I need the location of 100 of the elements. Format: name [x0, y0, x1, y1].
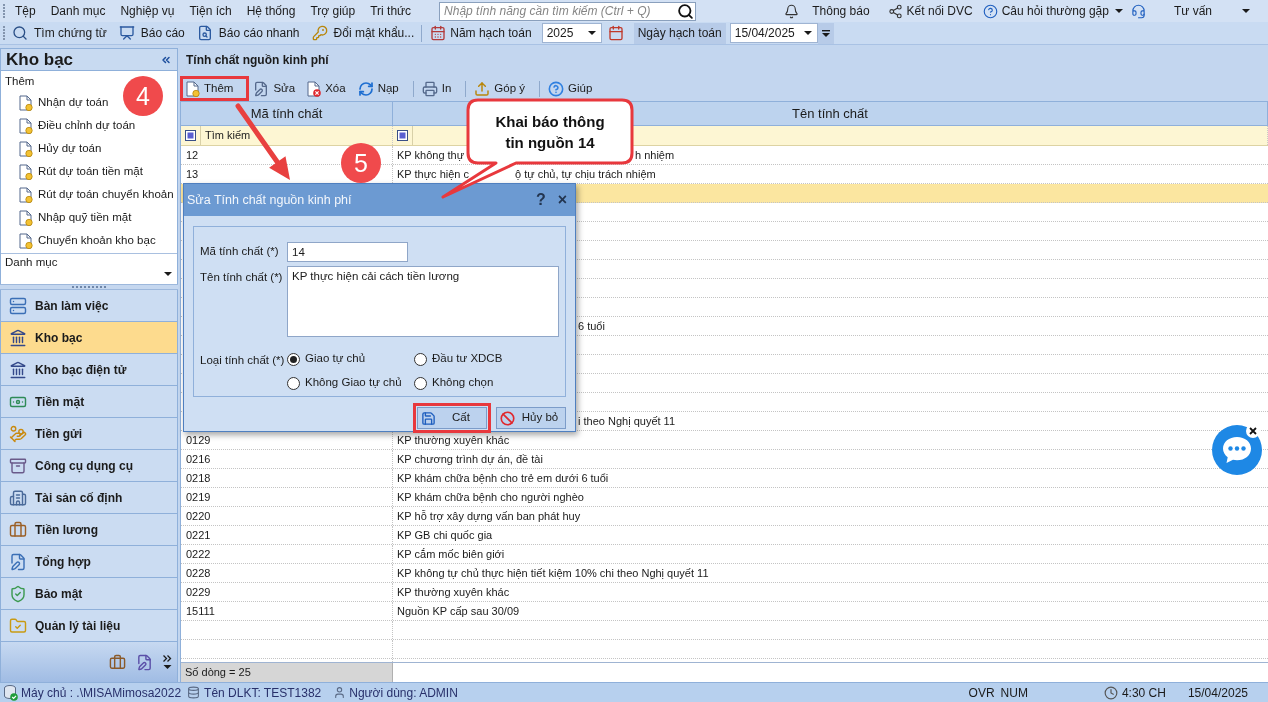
menu-item[interactable]: Trợ giúp — [310, 3, 356, 19]
code-input[interactable]: 14 — [287, 242, 408, 262]
module-tab[interactable]: Kho bạc điện tử — [0, 354, 178, 386]
menu-item[interactable]: Tệp — [15, 3, 36, 19]
shortcut-item[interactable]: Hủy dự toán — [1, 137, 177, 160]
header-link[interactable]: Tư vấn — [1130, 2, 1250, 20]
toolbar-button[interactable]: Tìm chứng từ — [9, 22, 110, 44]
printer-icon — [421, 80, 438, 97]
table-row[interactable]: 0129 KP thường xuyên khác — [181, 431, 1268, 450]
module-tab[interactable]: Tiền gửi — [0, 418, 178, 450]
shortcut-item[interactable]: Nhập quỹ tiền mặt — [1, 206, 177, 229]
toolbar-button[interactable]: Đổi mật khẩu... — [308, 22, 418, 44]
column-header[interactable]: Tên tính chất — [792, 103, 868, 124]
cancel-button[interactable]: Hủy bỏ — [496, 407, 566, 429]
radio-option[interactable]: Không chọn — [414, 375, 559, 391]
shortcut-item[interactable]: Rút dự toán chuyển khoản — [1, 183, 177, 206]
field-label: Ngày hạch toán — [633, 22, 726, 44]
hand-coins-icon — [9, 424, 27, 443]
filter-field[interactable]: Tìm kiếm — [205, 127, 392, 144]
action-button[interactable]: Nạp — [354, 79, 402, 98]
headset-icon — [1130, 3, 1146, 19]
toolbar-button[interactable]: Báo cáo — [115, 22, 188, 44]
close-button[interactable]: × — [557, 191, 567, 209]
table-row[interactable]: 0219 KP khám chữa bệnh cho người nghèo — [181, 488, 1268, 507]
radio-option[interactable]: Đầu tư XDCB — [414, 351, 559, 367]
radio-option[interactable]: Không Giao tự chủ — [287, 375, 414, 391]
module-tab[interactable]: Bảo mật — [0, 578, 178, 610]
table-cell-text: 13 — [186, 166, 199, 182]
help-icon — [982, 3, 998, 19]
server-icon — [9, 296, 27, 315]
table-row[interactable]: 0221 KP GB chi quốc gia — [181, 526, 1268, 545]
help-button[interactable]: ? — [535, 191, 546, 209]
table-row[interactable]: 0222 KP cắm mốc biên giới — [181, 545, 1268, 564]
archive-icon — [9, 456, 27, 475]
header-link[interactable]: Kết nối DVC — [887, 2, 973, 20]
save-button[interactable]: Cất — [417, 407, 487, 429]
column-header[interactable]: Mã tính chất — [250, 103, 323, 124]
document-icon — [19, 186, 33, 203]
group-title: Danh mục — [5, 255, 58, 271]
menu-item[interactable]: Tiện ích — [189, 3, 232, 19]
action-button[interactable]: Góp ý — [471, 79, 529, 98]
filter-checkbox-icon[interactable] — [185, 130, 196, 141]
chat-icon[interactable] — [1212, 425, 1262, 475]
splitter[interactable] — [0, 284, 178, 290]
drag-handle-icon[interactable] — [3, 4, 5, 18]
table-cell-text: 0229 — [186, 584, 211, 600]
module-tab[interactable]: Quản lý tài liệu — [0, 610, 178, 642]
action-button[interactable]: Xóa — [304, 79, 349, 98]
module-tab[interactable]: Tài sản cố định — [0, 482, 178, 514]
table-cell-text: KP cắm mốc biên giới — [397, 546, 505, 562]
menu-item[interactable]: Nghiệp vụ — [120, 3, 175, 19]
module-tab[interactable]: Kho bạc — [0, 322, 178, 354]
name-textarea[interactable]: KP thực hiện cải cách tiền lương — [287, 266, 559, 337]
module-tab[interactable]: Công cụ dụng cụ — [0, 450, 178, 482]
menu-item[interactable]: Tri thức — [370, 3, 412, 19]
action-button[interactable]: Giúp — [545, 79, 596, 98]
document-pen-icon[interactable] — [136, 653, 153, 671]
radio-option[interactable]: Giao tự chủ — [287, 351, 414, 367]
date-dropdown[interactable]: 15/04/2025 — [729, 23, 818, 43]
briefcase-icon — [9, 520, 27, 539]
search-field[interactable]: Nhập tính năng cần tìm kiếm (Ctrl + Q) — [439, 1, 697, 21]
filter-checkbox-icon[interactable] — [397, 130, 408, 141]
drag-handle-icon[interactable] — [3, 26, 5, 40]
table-row[interactable]: 0218 KP khám chữa bệnh cho trẻ em dưới 6 tuổi — [181, 469, 1268, 488]
menu-item[interactable]: Hệ thống — [246, 3, 296, 19]
table-cell-text: KP chương trình dự án, đề tài — [397, 451, 543, 467]
action-button[interactable]: In — [418, 79, 455, 98]
calendar-icon — [430, 25, 447, 41]
module-tab[interactable]: Bàn làm việc — [0, 290, 178, 322]
year-dropdown[interactable]: 2025 — [541, 23, 602, 43]
search-icon — [12, 25, 28, 41]
header-link[interactable]: Thông báo — [784, 2, 870, 20]
table-cell-text: 0218 — [186, 470, 211, 486]
header-link[interactable]: Câu hỏi thường gặp — [982, 2, 1123, 20]
menu-item[interactable]: Danh mục — [50, 3, 106, 19]
user-name: Người dùng: ADMIN — [349, 684, 458, 702]
briefcase-icon[interactable] — [109, 653, 126, 671]
table-row[interactable]: 0220 KP hỗ trợ xây dựng vấn ban phát huy — [181, 507, 1268, 526]
module-tab[interactable]: Tiền mặt — [0, 386, 178, 418]
document-icon — [19, 117, 33, 134]
module-tab[interactable]: Tiền lương — [0, 514, 178, 546]
toolbar-button[interactable]: Báo cáo nhanh — [193, 22, 303, 44]
table-row[interactable]: 0229 KP thường xuyên khác — [181, 583, 1268, 602]
key-icon — [311, 25, 328, 41]
table-cell-text: 0220 — [186, 508, 211, 524]
more-icon[interactable] — [163, 655, 172, 669]
table-row[interactable]: 0216 KP chương trình dự án, đề tài — [181, 450, 1268, 469]
module-tab[interactable]: Tổng hợp — [0, 546, 178, 578]
search-icon[interactable] — [677, 2, 695, 20]
table-cell-text: 0228 — [186, 565, 211, 581]
clock-icon — [1103, 685, 1118, 700]
close-icon[interactable] — [1246, 424, 1260, 438]
shortcut-item[interactable]: Rút dự toán tiền mặt — [1, 160, 177, 183]
shortcut-item[interactable]: Điều chỉnh dự toán — [1, 114, 177, 137]
table-cell-text: 15111 — [186, 603, 215, 619]
action-button[interactable]: Sửa — [250, 79, 299, 98]
shortcut-item[interactable]: Chuyển khoản kho bạc — [1, 229, 177, 252]
action-button[interactable]: Thêm — [183, 79, 237, 98]
table-row[interactable]: 15111 Nguồn KP cấp sau 30/09 — [181, 602, 1268, 621]
table-row[interactable]: 0228 KP không tự chủ thực hiện tiết kiệm 10% chi theo Nghị quyết 11 — [181, 564, 1268, 583]
